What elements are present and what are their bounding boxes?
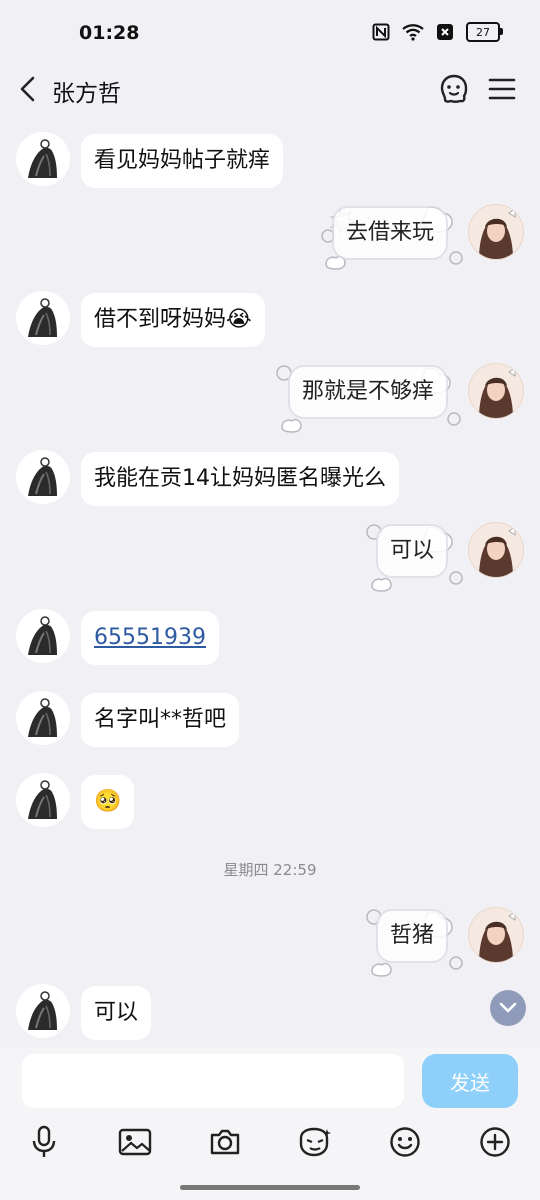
message-text: 借不到呀妈妈: [94, 307, 227, 332]
message-bubble[interactable]: 看见妈妈帖子就痒: [81, 134, 284, 188]
message-bubble[interactable]: 🥺: [81, 775, 135, 829]
sticker-icon[interactable]: [293, 1120, 337, 1164]
pleading-face-emoji: 🥺: [94, 789, 122, 814]
message-text: 可以: [94, 1000, 139, 1025]
status-time: 01:28: [79, 22, 140, 44]
scroll-to-bottom-button[interactable]: [490, 990, 526, 1026]
chevron-down-icon: [499, 1002, 517, 1013]
status-bar: 01:28 27: [0, 0, 540, 64]
contact-avatar[interactable]: [16, 132, 70, 186]
emoji-icon[interactable]: [383, 1120, 427, 1164]
camera-icon[interactable]: [203, 1120, 247, 1164]
status-icons: 27: [370, 22, 503, 42]
sim-off-icon: [434, 22, 456, 42]
contact-avatar[interactable]: [16, 450, 70, 504]
message-bubble[interactable]: 哲猪: [377, 911, 446, 961]
message-bubble[interactable]: 名字叫**哲吧: [81, 693, 240, 747]
chat-title: 张方哲: [52, 81, 121, 107]
back-button[interactable]: [16, 74, 42, 104]
user-avatar[interactable]: [468, 907, 524, 963]
message-text: 可以: [389, 538, 434, 563]
message-text: 哲猪: [389, 923, 434, 948]
contact-avatar[interactable]: [16, 773, 70, 827]
contact-avatar[interactable]: [16, 691, 70, 745]
contact-avatar[interactable]: [16, 609, 70, 663]
menu-button[interactable]: [484, 71, 520, 107]
image-icon[interactable]: [113, 1120, 157, 1164]
message-text: 那就是不够痒: [301, 379, 434, 404]
user-avatar[interactable]: [468, 363, 524, 419]
message-bubble[interactable]: 去借来玩: [333, 208, 446, 258]
user-avatar[interactable]: [468, 522, 524, 578]
contact-avatar[interactable]: [16, 984, 70, 1038]
message-bubble[interactable]: 可以: [377, 526, 446, 576]
microphone-icon[interactable]: [22, 1120, 66, 1164]
message-text: 看见妈妈帖子就痒: [94, 148, 271, 173]
battery-icon: 27: [466, 22, 503, 42]
home-indicator[interactable]: [180, 1185, 360, 1190]
crying-face-emoji: 😭: [226, 307, 252, 332]
message-text: 去借来玩: [345, 220, 434, 245]
wifi-icon: [402, 22, 424, 42]
battery-level: 27: [476, 25, 490, 39]
plus-icon[interactable]: [473, 1120, 517, 1164]
message-text: 名字叫**哲吧: [94, 707, 227, 732]
nfc-icon: [370, 22, 392, 42]
message-bubble[interactable]: 那就是不够痒: [289, 367, 446, 417]
phone-number-link[interactable]: 65551939: [94, 625, 206, 650]
time-separator: 星期四 22:59: [223, 861, 317, 879]
message-text: 我能在贡14让妈妈匿名曝光么: [94, 466, 386, 491]
ghost-button[interactable]: [436, 71, 472, 107]
contact-avatar[interactable]: [16, 291, 70, 345]
message-bubble[interactable]: 借不到呀妈妈😭: [81, 293, 265, 347]
user-avatar[interactable]: [468, 204, 524, 260]
message-list[interactable]: 看见妈妈帖子就痒 去借来玩 借不到呀妈妈😭 那就是不够痒 我能在贡14让妈妈匿名…: [0, 114, 540, 1048]
input-bar: 发送: [0, 1048, 540, 1200]
message-bubble[interactable]: 65551939: [81, 611, 219, 665]
chat-header: 张方哲: [0, 64, 540, 114]
send-button[interactable]: 发送: [422, 1054, 518, 1108]
message-bubble[interactable]: 我能在贡14让妈妈匿名曝光么: [81, 452, 399, 506]
input-toolbar: [0, 1120, 540, 1164]
message-bubble[interactable]: 可以: [81, 986, 152, 1040]
message-input[interactable]: [22, 1054, 404, 1108]
